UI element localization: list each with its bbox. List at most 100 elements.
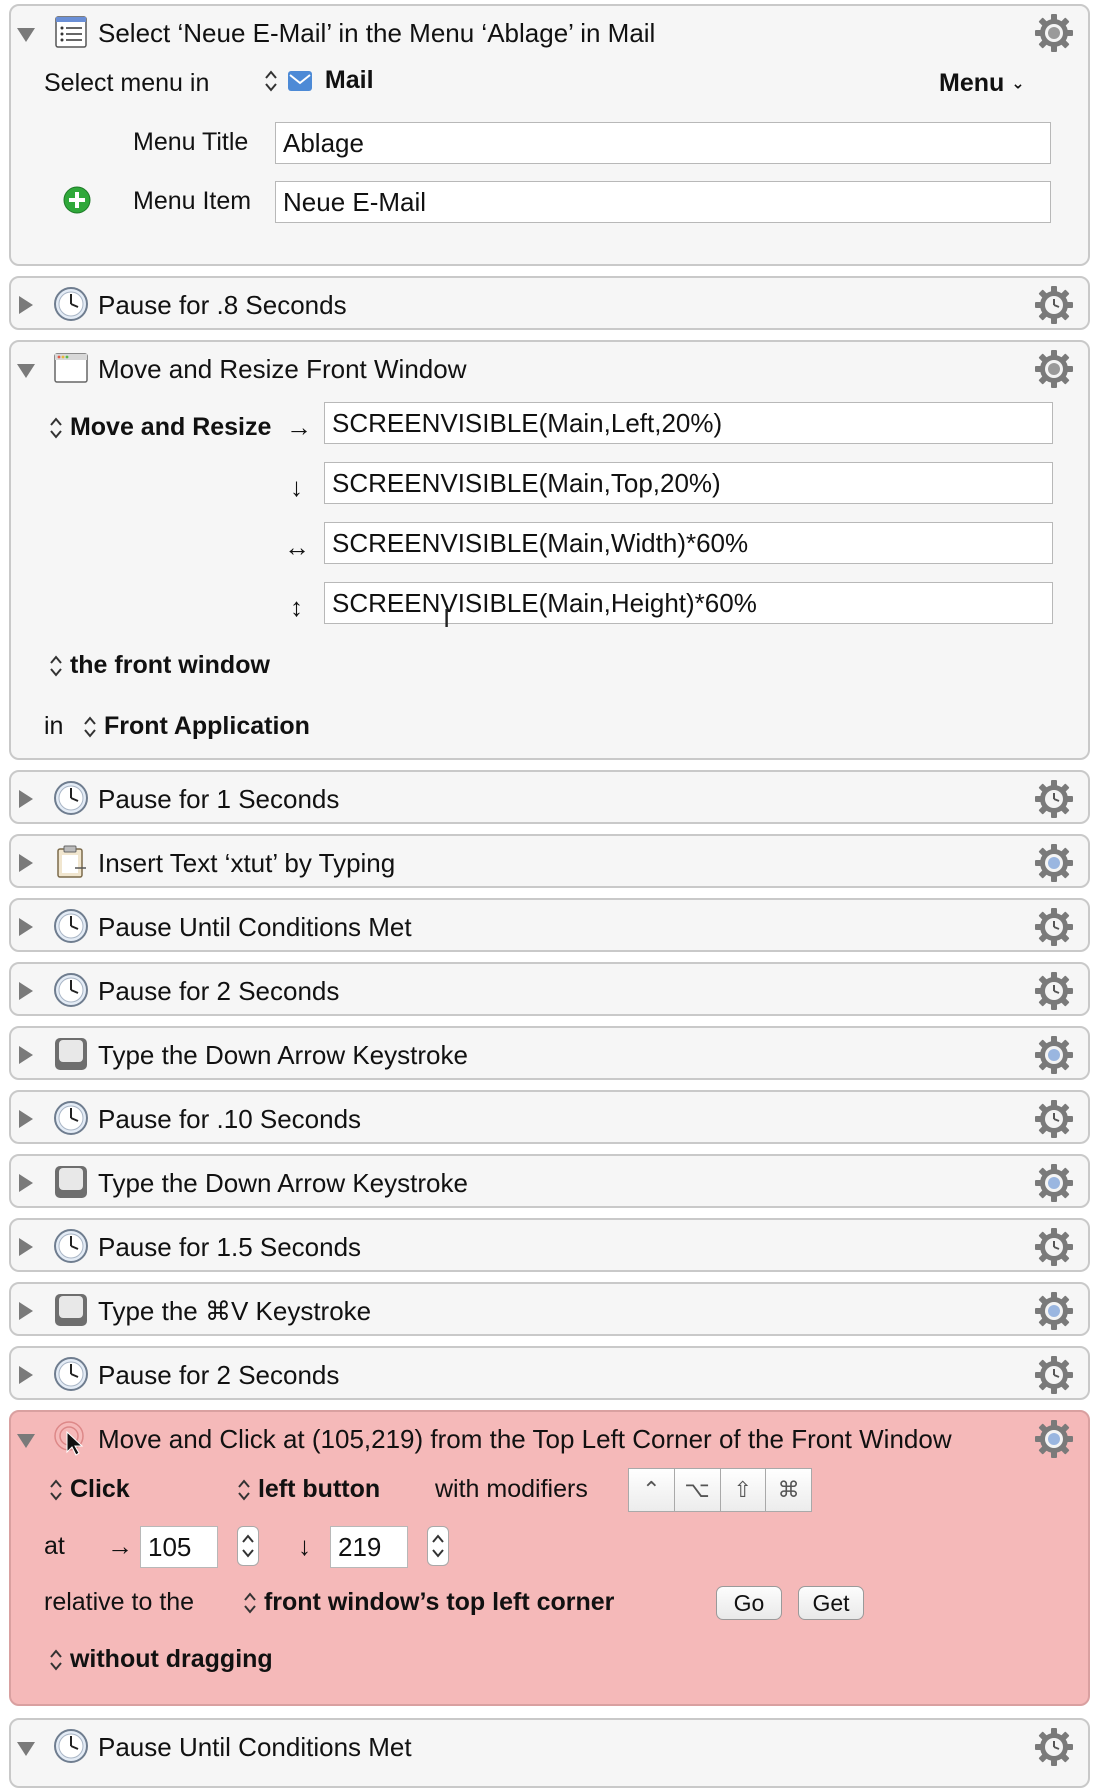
x-coordinate-field[interactable]: 105 — [140, 1526, 218, 1568]
action-header[interactable]: Pause Until Conditions Met — [11, 900, 1088, 952]
clock-icon — [54, 1229, 88, 1263]
gear-clock-icon[interactable] — [1034, 285, 1074, 325]
action-type-keystroke[interactable]: Type the ⌘V Keystroke — [9, 1282, 1090, 1336]
action-header[interactable]: Pause Until Conditions Met — [11, 1720, 1088, 1772]
action-header[interactable]: Type the Down Arrow Keystroke — [11, 1028, 1088, 1080]
clipboard-icon — [57, 845, 86, 878]
drag-mode-popup[interactable]: without dragging — [49, 1644, 273, 1674]
gear-clock-icon[interactable] — [1034, 1727, 1074, 1767]
gear-clock-icon[interactable] — [1034, 907, 1074, 947]
left-position-field[interactable]: SCREENVISIBLE(Main,Left,20%) — [324, 402, 1053, 444]
action-move-resize-window[interactable]: Move and Resize Front Window Move and Re… — [9, 340, 1090, 760]
disclosure-triangle-collapsed-icon[interactable] — [19, 854, 33, 872]
disclosure-triangle-collapsed-icon[interactable] — [19, 296, 33, 314]
action-header[interactable]: Type the Down Arrow Keystroke — [11, 1156, 1088, 1208]
target-window-popup[interactable]: the front window — [49, 650, 270, 680]
action-pause[interactable]: Pause for 1.5 Seconds — [9, 1218, 1090, 1272]
gear-icon[interactable] — [1034, 1035, 1074, 1075]
gear-clock-icon[interactable] — [1034, 779, 1074, 819]
relative-corner-popup[interactable]: front window’s top left corner — [243, 1587, 614, 1617]
action-insert-text[interactable]: Insert Text ‘xtut’ by Typing — [9, 834, 1090, 888]
app-popup[interactable]: Mail — [264, 66, 374, 100]
relative-corner-label: front window’s top left corner — [263, 1588, 615, 1616]
height-field[interactable]: SCREENVISIBLE(Main,Height)*60% — [324, 582, 1053, 624]
gear-clock-icon[interactable] — [1034, 1099, 1074, 1139]
gear-clock-icon[interactable] — [1034, 1227, 1074, 1267]
action-title: Type the ⌘V Keystroke — [98, 1296, 372, 1326]
modifier-option[interactable]: ⌥ — [674, 1469, 721, 1511]
gear-icon[interactable] — [1034, 13, 1074, 53]
action-select-menu[interactable]: Select ‘Neue E-Mail’ in the Menu ‘Ablage… — [9, 4, 1090, 266]
action-move-and-click[interactable]: Move and Click at (105,219) from the Top… — [9, 1410, 1090, 1706]
action-header[interactable]: Pause for 1.5 Seconds — [11, 1220, 1088, 1272]
gear-clock-icon[interactable] — [1034, 1355, 1074, 1395]
gear-icon[interactable] — [1034, 349, 1074, 389]
gear-icon[interactable] — [1034, 1419, 1074, 1459]
disclosure-triangle-collapsed-icon[interactable] — [19, 790, 33, 808]
add-icon[interactable] — [62, 185, 92, 215]
modifier-keys-group: ⌃ ⌥ ⇧ ⌘ — [628, 1468, 812, 1512]
disclosure-triangle-collapsed-icon[interactable] — [19, 1046, 33, 1064]
action-header[interactable]: Pause for .10 Seconds — [11, 1092, 1088, 1144]
clock-icon — [54, 781, 88, 815]
disclosure-triangle-collapsed-icon[interactable] — [19, 1174, 33, 1192]
action-title: Type the Down Arrow Keystroke — [98, 1168, 468, 1198]
action-header[interactable]: Type the ⌘V Keystroke — [11, 1284, 1088, 1336]
gear-clock-icon[interactable] — [1034, 971, 1074, 1011]
menu-type-popup[interactable]: Menu ⌄ — [939, 68, 1025, 99]
modifier-command[interactable]: ⌘ — [766, 1469, 811, 1511]
chevron-down-icon: ⌄ — [1011, 75, 1025, 93]
mode-popup[interactable]: Move and Resize — [49, 412, 271, 442]
menu-item-field[interactable]: Neue E-Mail — [275, 181, 1051, 223]
arrow-right-icon: → — [286, 412, 312, 442]
top-position-field[interactable]: SCREENVISIBLE(Main,Top,20%) — [324, 462, 1053, 504]
width-field[interactable]: SCREENVISIBLE(Main,Width)*60% — [324, 522, 1053, 564]
get-button[interactable]: Get — [798, 1586, 864, 1620]
y-stepper[interactable] — [427, 1526, 449, 1566]
action-pause[interactable]: Pause for 1 Seconds — [9, 770, 1090, 824]
popup-arrows-icon — [238, 1479, 250, 1501]
gear-icon[interactable] — [1034, 1291, 1074, 1331]
disclosure-triangle-expanded-icon[interactable] — [17, 364, 35, 378]
modifier-shift[interactable]: ⇧ — [720, 1469, 767, 1511]
disclosure-triangle-collapsed-icon[interactable] — [19, 1366, 33, 1384]
action-header[interactable]: Move and Resize Front Window — [11, 342, 1088, 394]
keycap-icon — [55, 1166, 87, 1198]
stepper-arrows-icon — [432, 1534, 444, 1558]
target-app-popup[interactable]: Front Application — [83, 711, 310, 741]
go-button[interactable]: Go — [716, 1586, 782, 1620]
action-header[interactable]: Pause for 1 Seconds — [11, 772, 1088, 824]
x-stepper[interactable] — [237, 1526, 259, 1566]
menu-type-label: Menu — [939, 69, 1005, 97]
menu-title-field[interactable]: Ablage — [275, 122, 1051, 164]
action-header[interactable]: Pause for 2 Seconds — [11, 964, 1088, 1016]
disclosure-triangle-expanded-icon[interactable] — [17, 28, 35, 42]
action-pause-until[interactable]: Pause Until Conditions Met — [9, 898, 1090, 952]
disclosure-triangle-collapsed-icon[interactable] — [19, 1110, 33, 1128]
action-header[interactable]: Insert Text ‘xtut’ by Typing — [11, 836, 1088, 888]
mouse-button-popup[interactable]: left button — [237, 1474, 380, 1504]
action-header[interactable]: Pause for .8 Seconds — [11, 278, 1088, 330]
disclosure-triangle-expanded-icon[interactable] — [17, 1434, 35, 1448]
action-header[interactable]: Move and Click at (105,219) from the Top… — [11, 1412, 1088, 1464]
disclosure-triangle-collapsed-icon[interactable] — [19, 1302, 33, 1320]
action-pause[interactable]: Pause for 2 Seconds — [9, 962, 1090, 1016]
action-header[interactable]: Pause for 2 Seconds — [11, 1348, 1088, 1400]
action-header[interactable]: Select ‘Neue E-Mail’ in the Menu ‘Ablage… — [11, 6, 1088, 58]
gear-icon[interactable] — [1034, 843, 1074, 883]
modifier-control[interactable]: ⌃ — [629, 1469, 675, 1511]
disclosure-triangle-collapsed-icon[interactable] — [19, 918, 33, 936]
y-coordinate-field[interactable]: 219 — [330, 1526, 408, 1568]
disclosure-triangle-expanded-icon[interactable] — [17, 1742, 35, 1756]
action-pause[interactable]: Pause for .10 Seconds — [9, 1090, 1090, 1144]
mouse-button-label: left button — [257, 1475, 381, 1503]
disclosure-triangle-collapsed-icon[interactable] — [19, 1238, 33, 1256]
disclosure-triangle-collapsed-icon[interactable] — [19, 982, 33, 1000]
gear-icon[interactable] — [1034, 1163, 1074, 1203]
action-pause-until[interactable]: Pause Until Conditions Met — [9, 1718, 1090, 1788]
click-action-popup[interactable]: Click — [49, 1474, 130, 1504]
action-pause[interactable]: Pause for 2 Seconds — [9, 1346, 1090, 1400]
action-pause[interactable]: Pause for .8 Seconds — [9, 276, 1090, 330]
action-type-keystroke[interactable]: Type the Down Arrow Keystroke — [9, 1026, 1090, 1080]
action-type-keystroke[interactable]: Type the Down Arrow Keystroke — [9, 1154, 1090, 1208]
